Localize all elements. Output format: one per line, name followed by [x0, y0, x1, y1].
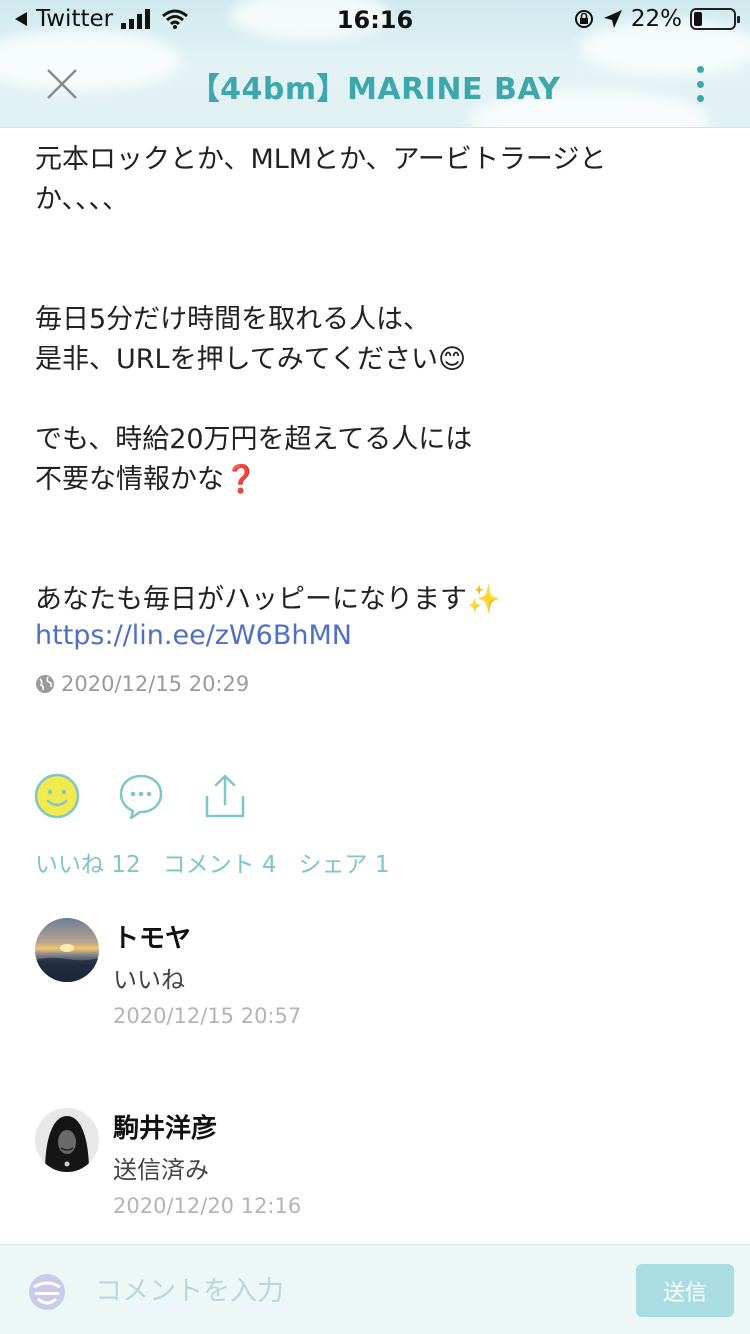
globe-icon	[36, 675, 54, 693]
battery-icon	[690, 8, 740, 30]
post-link[interactable]: https://lin.ee/zW6BhMN	[35, 620, 352, 651]
battery-percent: 22%	[630, 6, 682, 32]
send-button[interactable]: 送信	[636, 1264, 734, 1317]
header: Twitter 16:16 22% 【44bm】MARINE BAY	[0, 0, 750, 128]
comment-input[interactable]	[95, 1269, 595, 1313]
like-smile-icon[interactable]	[33, 772, 81, 820]
comment-text: いいね	[113, 966, 185, 994]
status-bar: Twitter 16:16 22%	[0, 0, 750, 40]
more-options-icon[interactable]	[694, 66, 706, 102]
action-bar	[33, 772, 285, 820]
status-right: 22%	[573, 6, 740, 32]
page-title: 【44bm】MARINE BAY	[189, 72, 561, 107]
close-icon[interactable]	[40, 62, 84, 106]
comment-time: 2020/12/20 12:16	[113, 1194, 302, 1218]
sunset-photo-icon	[35, 944, 99, 982]
post-stats: いいね 12 コメント 4 シェア 1	[35, 845, 389, 879]
likes-count[interactable]: いいね 12	[35, 845, 141, 879]
avatar[interactable]	[35, 1108, 99, 1172]
comment-input-bar: 送信	[0, 1244, 750, 1334]
rotation-lock-icon	[574, 10, 593, 28]
hooded-figure-icon	[45, 1116, 89, 1172]
user-avatar-icon[interactable]	[28, 1273, 66, 1311]
avatar[interactable]	[35, 918, 99, 982]
comment-author[interactable]: トモヤ	[113, 918, 191, 955]
post-timestamp-text: 2020/12/15 20:29	[61, 672, 250, 696]
comment-text: 送信済み	[113, 1156, 209, 1184]
post-timestamp: 2020/12/15 20:29	[35, 672, 249, 696]
location-arrow-icon	[603, 10, 622, 28]
battery-level	[694, 12, 702, 26]
share-icon[interactable]	[201, 772, 249, 820]
comment-author[interactable]: 駒井洋彦	[113, 1108, 217, 1145]
post-body: 元本ロックとか、MLMとか、アービトラージと か、、、、 毎日5分だけ時間を取れ…	[35, 144, 607, 615]
shares-count[interactable]: シェア 1	[299, 845, 390, 879]
comment-time: 2020/12/15 20:57	[113, 1004, 302, 1028]
comment-bubble-icon[interactable]	[117, 772, 165, 820]
comments-count[interactable]: コメント 4	[163, 845, 277, 879]
